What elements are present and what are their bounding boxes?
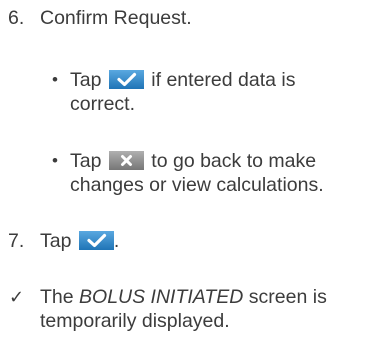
tap-label: Tap	[40, 230, 72, 252]
bullet-suffix: to go back to make	[151, 150, 317, 172]
screen-name: BOLUS INITIATED	[79, 286, 244, 308]
result-line-1: The BOLUS INITIATED screen is	[40, 285, 327, 309]
bullet-line-2: correct.	[70, 93, 136, 115]
bullet-line-1: Tap to go back to make	[70, 149, 316, 173]
step-text: Tap .	[40, 229, 119, 253]
bullet-go-back: • Tap to go back to make	[0, 149, 377, 175]
bullet-line-1: Tap if entered data is	[70, 68, 295, 92]
result-note-line-2: temporarily displayed.	[0, 309, 377, 335]
step-text: Confirm Request.	[40, 7, 192, 29]
result-suffix: screen is	[248, 286, 327, 308]
tap-label: Tap	[70, 150, 102, 172]
step-number: 7.	[8, 230, 25, 252]
tap-label: Tap	[70, 69, 102, 91]
bullet-go-back-line-2: changes or view calculations.	[0, 173, 377, 199]
check-button-icon	[78, 231, 114, 250]
bullet-confirm-line-2: correct.	[0, 92, 377, 118]
bullet-suffix: if entered data is	[151, 69, 296, 91]
step-number: 6.	[8, 7, 25, 29]
cancel-x-button-icon	[108, 151, 144, 170]
step-6: 6. Confirm Request.	[0, 6, 377, 32]
bullet-line-2: changes or view calculations.	[70, 174, 324, 196]
result-line-2: temporarily displayed.	[40, 310, 230, 332]
bullet-confirm: • Tap if entered data is	[0, 68, 377, 94]
bullet-marker: •	[52, 70, 58, 89]
result-note: ✓ The BOLUS INITIATED screen is	[0, 285, 377, 311]
bullet-marker: •	[52, 151, 58, 170]
step-7: 7. Tap .	[0, 229, 377, 255]
check-button-icon	[108, 70, 144, 89]
result-prefix: The	[40, 286, 74, 308]
step-suffix: .	[113, 230, 120, 252]
checkmark-icon: ✓	[9, 287, 25, 307]
